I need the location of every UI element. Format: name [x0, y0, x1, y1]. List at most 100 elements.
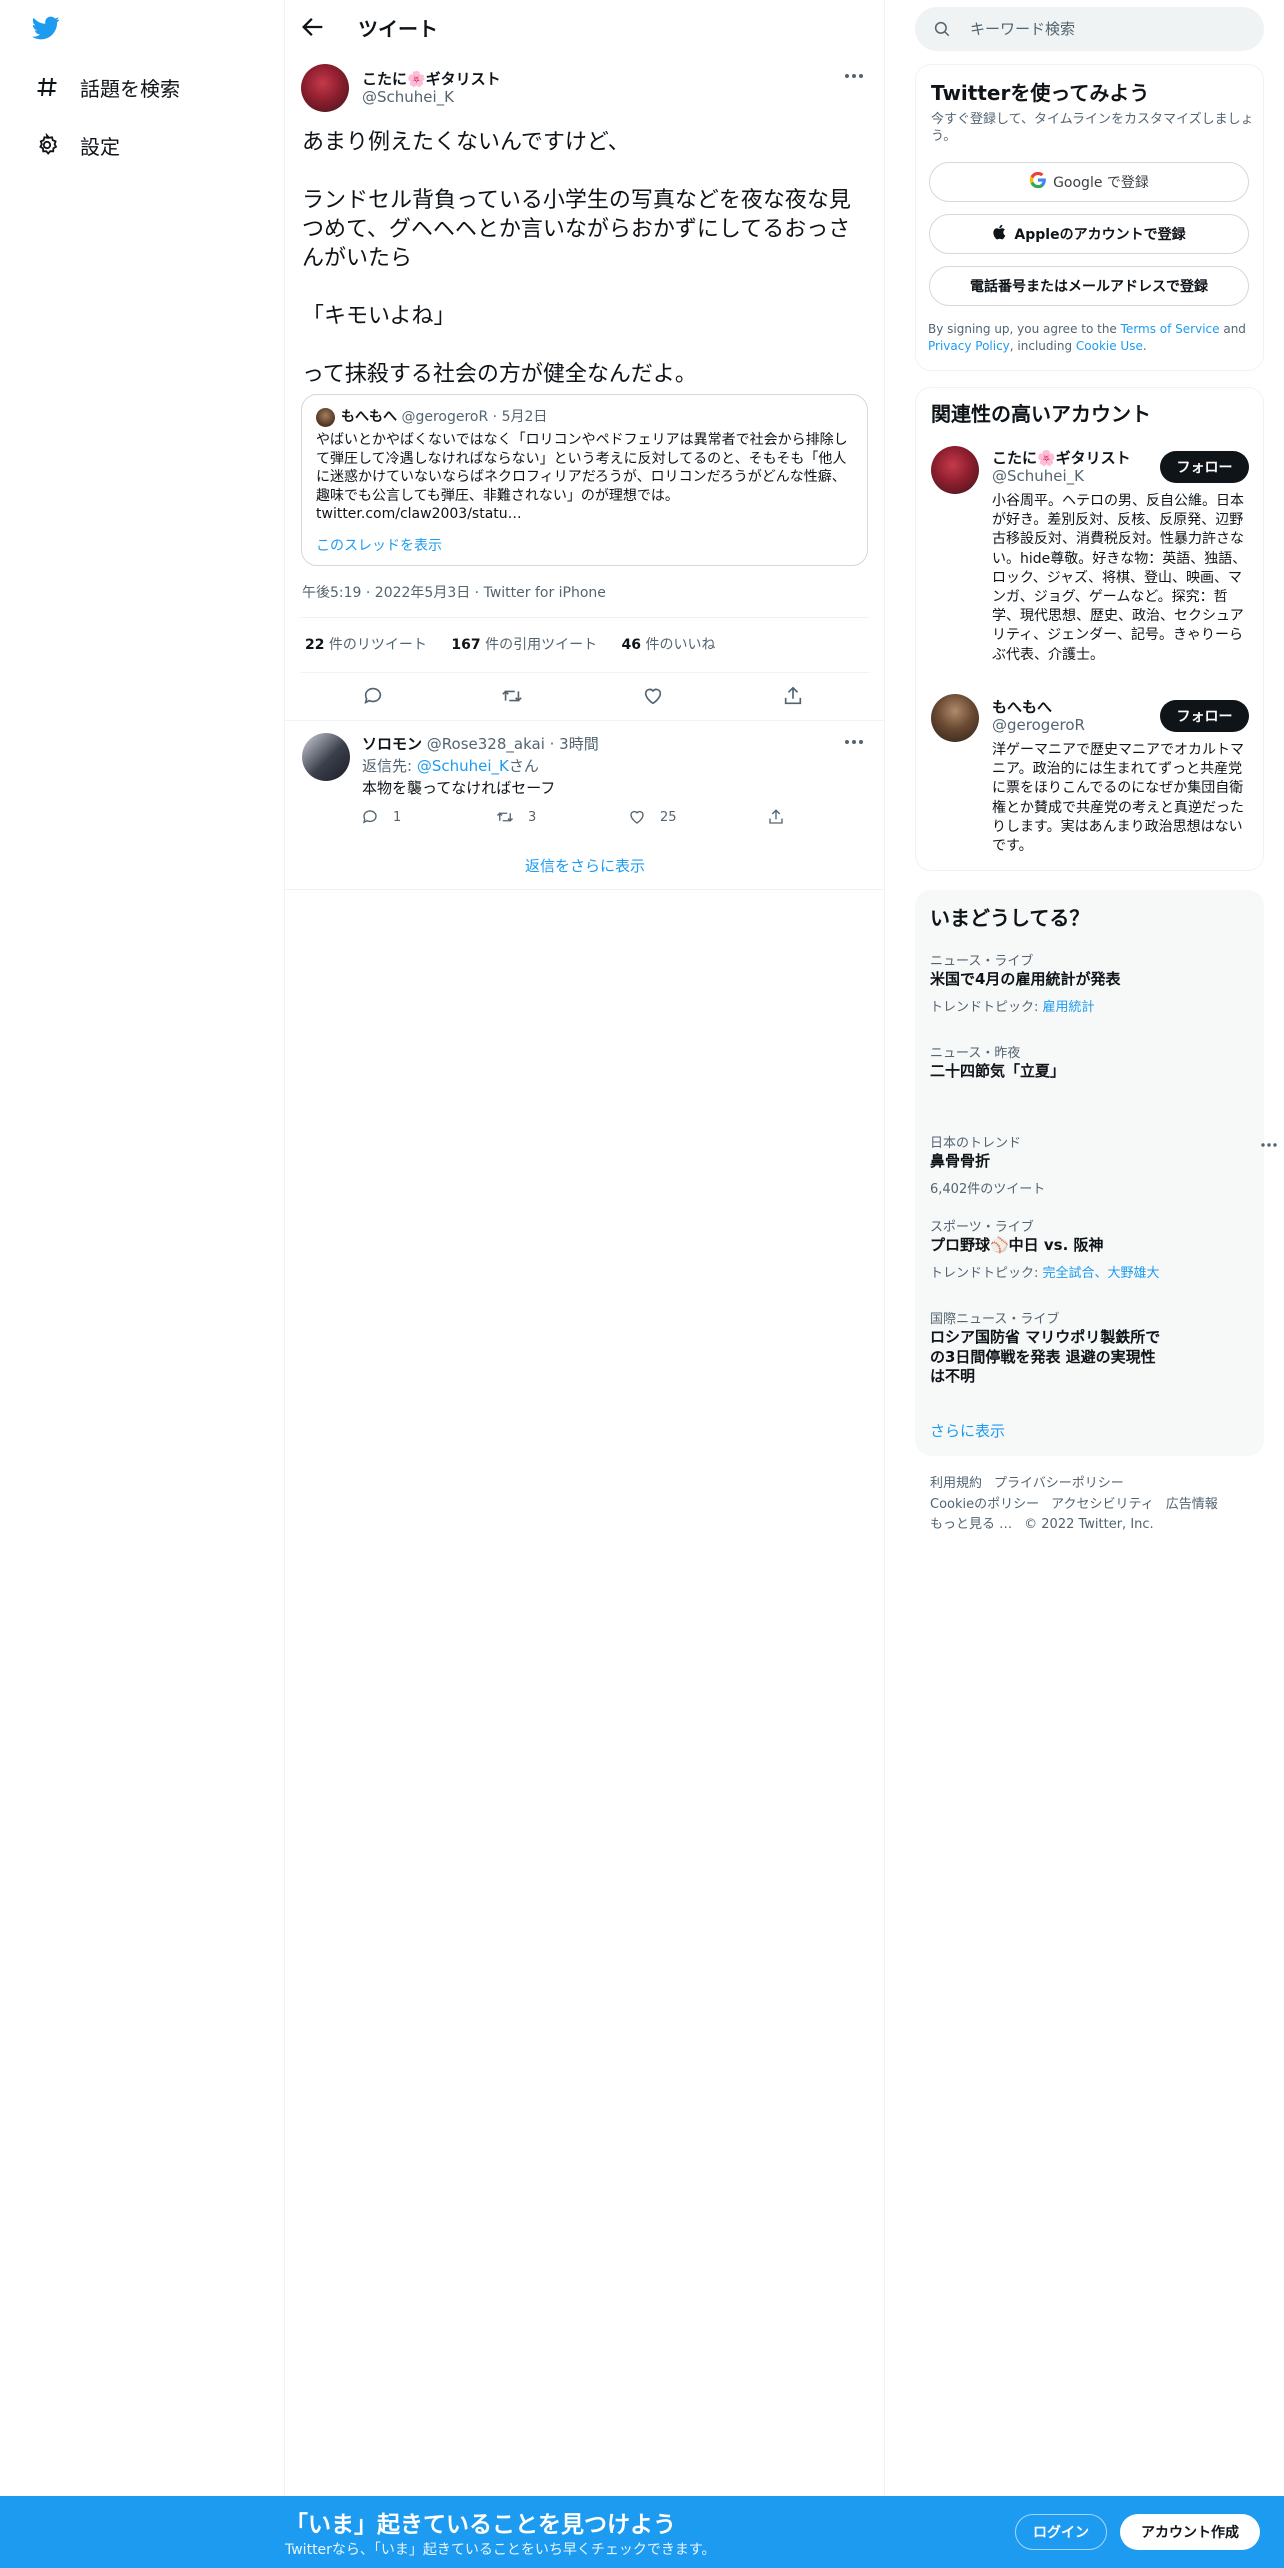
reply-icon [362, 810, 377, 824]
trend-category: ニュース・ライブ [930, 954, 1034, 969]
nav-settings[interactable]: 設定 [32, 125, 120, 165]
related-account-bio: 小谷周平。ヘテロの男、反自公維。日本が好き。差別反対、反核、反原発、辺野古移設反… [992, 493, 1247, 663]
trend-name: 鼻骨骨折 [930, 1152, 991, 1170]
reply-more-options-icon[interactable] [841, 732, 867, 752]
divider [301, 617, 869, 618]
related-account-handle[interactable]: @gerogeroR [992, 716, 1085, 734]
reply-like-button[interactable]: 25 [628, 808, 677, 826]
retweet-icon [497, 812, 513, 822]
footer-privacy-link[interactable]: プライバシーポリシー [994, 1474, 1124, 1495]
signup-terms: By signing up, you agree to the Terms of… [928, 322, 1246, 353]
login-button[interactable]: ログイン [1015, 2514, 1107, 2550]
trends-show-more[interactable]: さらに表示 [930, 1420, 1005, 1441]
hashtag-icon [32, 72, 62, 102]
trends-title: いまどうしてる？ [930, 906, 1090, 930]
footer-accessibility-link[interactable]: アクセシビリティ [1051, 1495, 1154, 1516]
bottom-signup-bar: 「いま」起きていることを見つけよう Twitterなら、「いま」起きていることを… [0, 2496, 1284, 2568]
likes-stat[interactable]: 46 件のいいね [622, 637, 716, 653]
phone-email-signup-button[interactable]: 電話番号またはメールアドレスで登録 [929, 266, 1249, 306]
gear-icon [32, 130, 62, 160]
apple-signup-button[interactable]: Appleのアカウントで登録 [929, 214, 1249, 254]
reply-share-button[interactable] [767, 808, 799, 826]
tweet-stats: 22 件のリツイート 167 件の引用ツイート 46 件のいいね [305, 634, 735, 654]
like-icon[interactable] [641, 684, 665, 708]
left-navigation: 話題を検索 設定 [0, 0, 285, 2568]
search-input[interactable] [970, 7, 1250, 51]
footer-links: 利用規約 プライバシーポリシー Cookieのポリシー アクセシビリティ 広告情報 も… [930, 1474, 1270, 1536]
terms-link[interactable]: Terms of Service [1121, 322, 1220, 336]
reply-avatar[interactable] [302, 733, 350, 781]
quote-text: やばいとかやばくないではなく「ロリコンやペドフェリアは異常者で社会から排除して弾… [316, 432, 848, 522]
replying-to: 返信先: @Schuhei_Kさん [362, 757, 539, 775]
divider [285, 720, 885, 721]
share-icon [769, 809, 783, 824]
author-handle[interactable]: @Schuhei_K [362, 88, 454, 106]
share-icon[interactable] [781, 684, 805, 708]
related-account-bio: 洋ゲーマニアで歴史マニアでオカルトマニア。政治的には生まれてずっと共産党に票をほ… [992, 742, 1244, 855]
more-options-icon[interactable] [841, 66, 867, 86]
reply-icon[interactable] [361, 684, 385, 708]
reply-text: 本物を襲ってなければセーフ [362, 779, 556, 797]
trend-meta: トレンドトピック: 雇用統計 [930, 1000, 1095, 1015]
reply-reply-button[interactable]: 1 [361, 808, 401, 826]
tweet-text: あまり例えたくないんですけど、 ランドセル背負っている小学生の写真などを夜な夜な… [302, 130, 851, 387]
privacy-link[interactable]: Privacy Policy [928, 339, 1010, 353]
follow-button[interactable]: フォロー [1160, 700, 1249, 732]
reply-to-mention[interactable]: @Schuhei_K [417, 757, 509, 775]
footer-ads-link[interactable]: 広告情報 [1166, 1495, 1218, 1516]
like-icon [630, 810, 644, 824]
divider [301, 672, 869, 673]
show-more-replies[interactable]: 返信をさらに表示 [285, 842, 885, 890]
trend-name: プロ野球⚾中日 vs. 阪神 [930, 1236, 1104, 1254]
search-box[interactable] [915, 7, 1264, 51]
google-signup-button[interactable]: Google で登録 [929, 162, 1249, 202]
quote-avatar [316, 408, 335, 427]
footer-cookie-link[interactable]: Cookieのポリシー [930, 1495, 1039, 1516]
retweets-stat[interactable]: 22 件のリツイート [305, 637, 427, 653]
nav-explore[interactable]: 話題を検索 [32, 67, 180, 107]
avatar[interactable] [301, 64, 349, 112]
trend-name: 米国で4月の雇用統計が発表 [930, 970, 1121, 988]
trend-category: 日本のトレンド [930, 1136, 1022, 1151]
bottom-bar-title: 「いま」起きていることを見つけよう [285, 2512, 676, 2538]
apple-icon [992, 223, 1008, 245]
bottom-bar-subtitle: Twitterなら、「いま」起きていることをいち早くチェックできます。 [285, 2542, 716, 2558]
trend-category: ニュース・昨夜 [930, 1046, 1021, 1061]
quote-meta: もへもへ @gerogeroR · 5月2日 [341, 409, 548, 425]
follow-button[interactable]: フォロー [1160, 451, 1249, 483]
footer-more-link[interactable]: もっと見る … [930, 1515, 1012, 1536]
related-title: 関連性の高いアカウント [931, 402, 1151, 426]
footer-copyright: © 2022 Twitter, Inc. [1024, 1517, 1154, 1532]
signup-subtitle: 今すぐ登録して、タイムラインをカスタマイズしましょう。 [931, 112, 1254, 144]
reply-handle-time: @Rose328_akai · 3時間 [422, 735, 599, 753]
back-arrow-icon[interactable] [299, 13, 327, 41]
more-options-icon[interactable] [1259, 1135, 1279, 1155]
retweet-icon[interactable] [500, 684, 524, 708]
page-header: ツイート [285, 0, 885, 54]
cookie-link[interactable]: Cookie Use [1076, 339, 1143, 353]
avatar[interactable] [931, 694, 979, 742]
related-account-handle[interactable]: @Schuhei_K [992, 467, 1084, 485]
quote-tweet[interactable]: もへもへ @gerogeroR · 5月2日 やばいとかやばくないではなく「ロリ… [301, 394, 868, 566]
show-thread-link[interactable]: このスレッドを表示 [316, 535, 442, 555]
related-account-name[interactable]: こたに🌸ギタリスト [992, 447, 1131, 468]
related-accounts-card: 関連性の高いアカウント こたに🌸ギタリスト @Schuhei_K フォロー 小谷… [915, 387, 1264, 871]
nav-explore-label: 話題を検索 [80, 76, 180, 101]
twitter-logo-icon[interactable] [30, 14, 66, 44]
avatar[interactable] [931, 446, 979, 494]
quote-author-name: もへもへ [341, 409, 397, 425]
quote-date: 5月2日 [501, 409, 548, 425]
related-account-name[interactable]: もへもへ [992, 696, 1052, 717]
google-icon [1029, 171, 1047, 193]
reply-retweet-button[interactable]: 3 [496, 808, 536, 826]
signup-title: Twitterを使ってみよう [931, 81, 1150, 105]
tweet-timestamp[interactable]: 午後5:19 · 2022年5月3日 · Twitter for iPhone [302, 582, 606, 602]
primary-column: ツイート こたに🌸ギタリスト @Schuhei_K あまり例えたくないんですけど… [285, 0, 885, 2568]
author-name[interactable]: こたに🌸ギタリスト [362, 68, 501, 89]
reply-author[interactable]: ソロモン @Rose328_akai · 3時間 [362, 733, 599, 754]
reply-author-name: ソロモン [362, 735, 423, 753]
signup-button[interactable]: アカウント作成 [1120, 2514, 1260, 2550]
quotes-stat[interactable]: 167 件の引用ツイート [451, 637, 597, 653]
footer-terms-link[interactable]: 利用規約 [930, 1474, 982, 1495]
page-title: ツイート [358, 17, 438, 41]
